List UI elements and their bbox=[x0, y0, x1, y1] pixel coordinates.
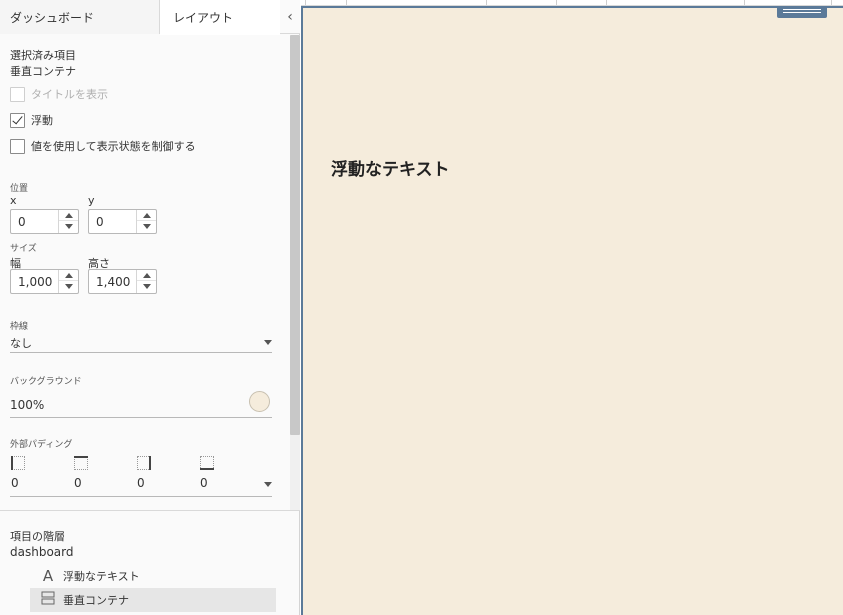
width-decrement-button[interactable] bbox=[59, 281, 78, 292]
scrollbar-thumb[interactable] bbox=[290, 35, 300, 435]
x-stepper[interactable]: 0 bbox=[10, 209, 79, 234]
tab-dashboard[interactable]: ダッシュボード bbox=[0, 0, 160, 34]
vertical-container-icon bbox=[38, 591, 58, 609]
width-value: 1,000 bbox=[18, 275, 53, 289]
show-title-option[interactable]: タイトルを表示 bbox=[10, 86, 108, 102]
hierarchy-item-floating-text[interactable]: A 浮動なテキスト bbox=[30, 564, 276, 588]
border-value[interactable]: なし bbox=[10, 335, 32, 351]
position-heading: 位置 bbox=[10, 184, 29, 194]
layout-panel: ダッシュボード レイアウト ‹ 選択済み項目 垂直コンテナ タイトルを表示 浮動… bbox=[0, 0, 300, 615]
height-decrement-button[interactable] bbox=[137, 281, 156, 292]
control-visibility-option[interactable]: 値を使用して表示状態を制御する bbox=[10, 138, 196, 154]
control-visibility-checkbox[interactable] bbox=[10, 138, 25, 154]
x-decrement-button[interactable] bbox=[59, 221, 78, 232]
y-decrement-button[interactable] bbox=[137, 221, 156, 232]
panel-tabs: ダッシュボード レイアウト ‹ bbox=[0, 0, 300, 35]
hierarchy-divider bbox=[0, 510, 300, 511]
width-increment-button[interactable] bbox=[59, 270, 78, 281]
outer-padding-heading: 外部パディング bbox=[10, 440, 73, 450]
height-value: 1,400 bbox=[96, 275, 131, 289]
x-increment-button[interactable] bbox=[59, 210, 78, 221]
height-stepper[interactable]: 1,400 bbox=[88, 269, 157, 294]
arrow-down-icon bbox=[65, 224, 73, 229]
floating-text-object[interactable]: 浮動なテキスト bbox=[331, 155, 450, 180]
hierarchy-heading: 項目の階層 bbox=[10, 530, 65, 543]
check-icon bbox=[12, 113, 23, 124]
y-stepper[interactable]: 0 bbox=[88, 209, 157, 234]
height-increment-button[interactable] bbox=[137, 270, 156, 281]
padding-left-icon bbox=[11, 456, 25, 470]
arrow-up-icon bbox=[143, 213, 151, 218]
arrow-up-icon bbox=[65, 213, 73, 218]
hierarchy-root[interactable]: dashboard bbox=[10, 545, 73, 559]
background-heading: バックグラウンド bbox=[10, 377, 82, 387]
x-value: 0 bbox=[18, 215, 26, 229]
floating-label: 浮動 bbox=[31, 114, 53, 127]
padding-top-value[interactable]: 0 bbox=[74, 476, 82, 490]
arrow-down-icon bbox=[143, 224, 151, 229]
control-visibility-label: 値を使用して表示状態を制御する bbox=[31, 140, 196, 153]
padding-right-value[interactable]: 0 bbox=[137, 476, 145, 490]
size-heading: サイズ bbox=[10, 244, 37, 254]
dashboard-canvas[interactable]: 浮動なテキスト bbox=[301, 6, 843, 615]
hierarchy-item-label: 浮動なテキスト bbox=[63, 570, 140, 583]
selected-item-heading: 選択済み項目 bbox=[10, 49, 76, 62]
border-heading: 枠線 bbox=[10, 322, 29, 332]
padding-bottom-icon bbox=[200, 456, 214, 470]
border-dropdown-arrow-icon[interactable] bbox=[264, 340, 272, 345]
floating-option[interactable]: 浮動 bbox=[10, 112, 53, 128]
show-title-checkbox[interactable] bbox=[10, 86, 25, 102]
padding-dropdown[interactable] bbox=[10, 496, 272, 497]
background-color-swatch[interactable] bbox=[249, 391, 270, 412]
padding-dropdown-arrow-icon[interactable] bbox=[264, 482, 272, 487]
y-label: y bbox=[88, 194, 95, 207]
collapse-panel-icon[interactable]: ‹ bbox=[283, 9, 297, 25]
padding-right-icon bbox=[137, 456, 151, 470]
selected-item-value: 垂直コンテナ bbox=[10, 65, 76, 78]
arrow-down-icon bbox=[65, 284, 73, 289]
y-increment-button[interactable] bbox=[137, 210, 156, 221]
floating-checkbox[interactable] bbox=[10, 112, 25, 128]
background-field[interactable] bbox=[10, 417, 272, 418]
x-label: x bbox=[10, 194, 17, 207]
width-stepper[interactable]: 1,000 bbox=[10, 269, 79, 294]
padding-top-icon bbox=[74, 456, 88, 470]
arrow-down-icon bbox=[143, 284, 151, 289]
y-value: 0 bbox=[96, 215, 104, 229]
arrow-up-icon bbox=[143, 273, 151, 278]
padding-left-value[interactable]: 0 bbox=[11, 476, 19, 490]
drag-handle[interactable] bbox=[777, 6, 827, 18]
hierarchy-item-vertical-container[interactable]: 垂直コンテナ bbox=[30, 588, 276, 612]
show-title-label: タイトルを表示 bbox=[31, 88, 108, 101]
border-dropdown[interactable] bbox=[10, 352, 272, 353]
text-icon: A bbox=[42, 567, 54, 585]
tab-layout[interactable]: レイアウト bbox=[160, 0, 280, 35]
background-opacity[interactable]: 100% bbox=[10, 398, 44, 412]
hierarchy-item-label: 垂直コンテナ bbox=[63, 594, 129, 607]
padding-bottom-value[interactable]: 0 bbox=[200, 476, 208, 490]
arrow-up-icon bbox=[65, 273, 73, 278]
